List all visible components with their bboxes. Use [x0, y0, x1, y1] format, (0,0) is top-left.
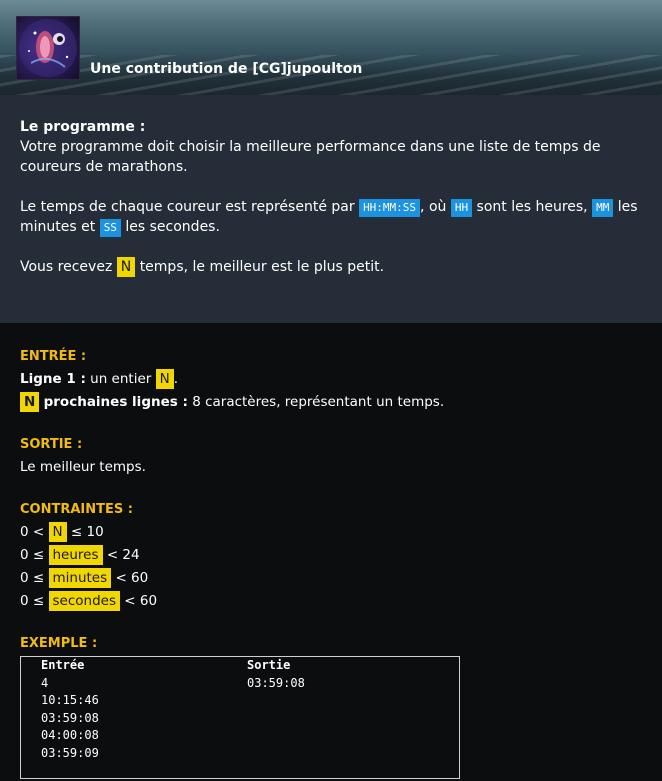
example-input-header: Entrée: [41, 658, 85, 672]
text: 8 caractères, représentant un temps.: [192, 394, 445, 410]
text: < 24: [106, 547, 140, 563]
example-title: EXEMPLE :: [20, 636, 98, 651]
example-input-line: 04:00:08: [41, 728, 99, 742]
input-title: ENTRÉE :: [20, 349, 87, 364]
example-input-line: 03:59:08: [41, 710, 99, 725]
var-tag-minutes: minutes: [48, 568, 112, 588]
example-input-line: 4: [41, 675, 49, 690]
statement-count: Vous recevez N temps, le meilleur est le…: [20, 257, 642, 277]
text: temps, le meilleur est le plus petit.: [139, 259, 385, 275]
avatar[interactable]: [16, 16, 80, 80]
text: Le temps de chaque coureur est représent…: [20, 199, 355, 215]
text: < 60: [115, 570, 149, 586]
text: < 60: [124, 593, 158, 609]
problem-statement: Le programme : Votre programme doit choi…: [0, 95, 662, 323]
var-tag-n: N: [48, 522, 67, 542]
var-tag-n: N: [155, 369, 174, 389]
statement-title: Le programme :: [20, 119, 146, 135]
text: .: [173, 371, 179, 387]
next-lines-label: prochaines lignes :: [43, 394, 188, 410]
example-output-line: 03:59:08: [247, 675, 305, 690]
io-section: ENTRÉE : Ligne 1 : un entier N. N procha…: [0, 323, 662, 779]
input-line1: Ligne 1 : un entier N.: [20, 368, 642, 391]
text: les secondes.: [125, 219, 220, 235]
example-input-line: 03:59:09: [41, 745, 99, 760]
text: 0 ≤: [20, 593, 45, 609]
code-tag-hours: HH: [450, 199, 473, 217]
text: ≤ 10: [70, 524, 104, 540]
constraints-title: CONTRAINTES :: [20, 502, 133, 517]
statement-line1: Votre programme doit choisir la meilleur…: [20, 139, 601, 175]
output-text: Le meilleur temps.: [20, 459, 146, 475]
code-tag-time-format: HH:MM:SS: [359, 199, 421, 217]
var-tag-heures: heures: [48, 545, 103, 565]
text: Vous recevez: [20, 259, 113, 275]
text: un entier: [90, 371, 152, 387]
contribution-author[interactable]: Une contribution de [CG]jupoulton: [90, 61, 362, 77]
statement-time-format: Le temps de chaque coureur est représent…: [20, 197, 642, 237]
header-banner: Une contribution de [CG]jupoulton: [0, 0, 662, 95]
var-tag-n: N: [20, 392, 40, 412]
var-tag-n: N: [116, 257, 136, 277]
constraint-row: 0 ≤ heures < 24: [20, 544, 642, 567]
example-input-column: Entrée 4 10:15:46 03:59:08 04:00:08 03:5…: [41, 657, 99, 762]
example-output-column: Sortie 03:59:08: [247, 657, 305, 692]
text: , où: [420, 199, 447, 215]
constraint-row: 0 ≤ minutes < 60: [20, 567, 642, 590]
example-input-line: 10:15:46: [41, 693, 99, 707]
text: 0 ≤: [20, 570, 45, 586]
galaxy-creature-icon: [19, 19, 77, 77]
input-next-lines: N prochaines lignes : 8 caractères, repr…: [20, 391, 642, 414]
var-tag-secondes: secondes: [48, 591, 120, 611]
code-tag-minutes: MM: [592, 199, 614, 217]
constraint-row: 0 < N ≤ 10: [20, 521, 642, 544]
text: 0 ≤: [20, 547, 45, 563]
text: 0 <: [20, 524, 45, 540]
example-output-header: Sortie: [247, 658, 291, 672]
code-tag-seconds: SS: [99, 219, 121, 237]
text: sont les heures,: [476, 199, 588, 215]
constraint-row: 0 ≤ secondes < 60: [20, 590, 642, 613]
output-title: SORTIE :: [20, 437, 83, 452]
line1-label: Ligne 1 :: [20, 371, 86, 387]
example-box: Entrée 4 10:15:46 03:59:08 04:00:08 03:5…: [20, 656, 460, 779]
